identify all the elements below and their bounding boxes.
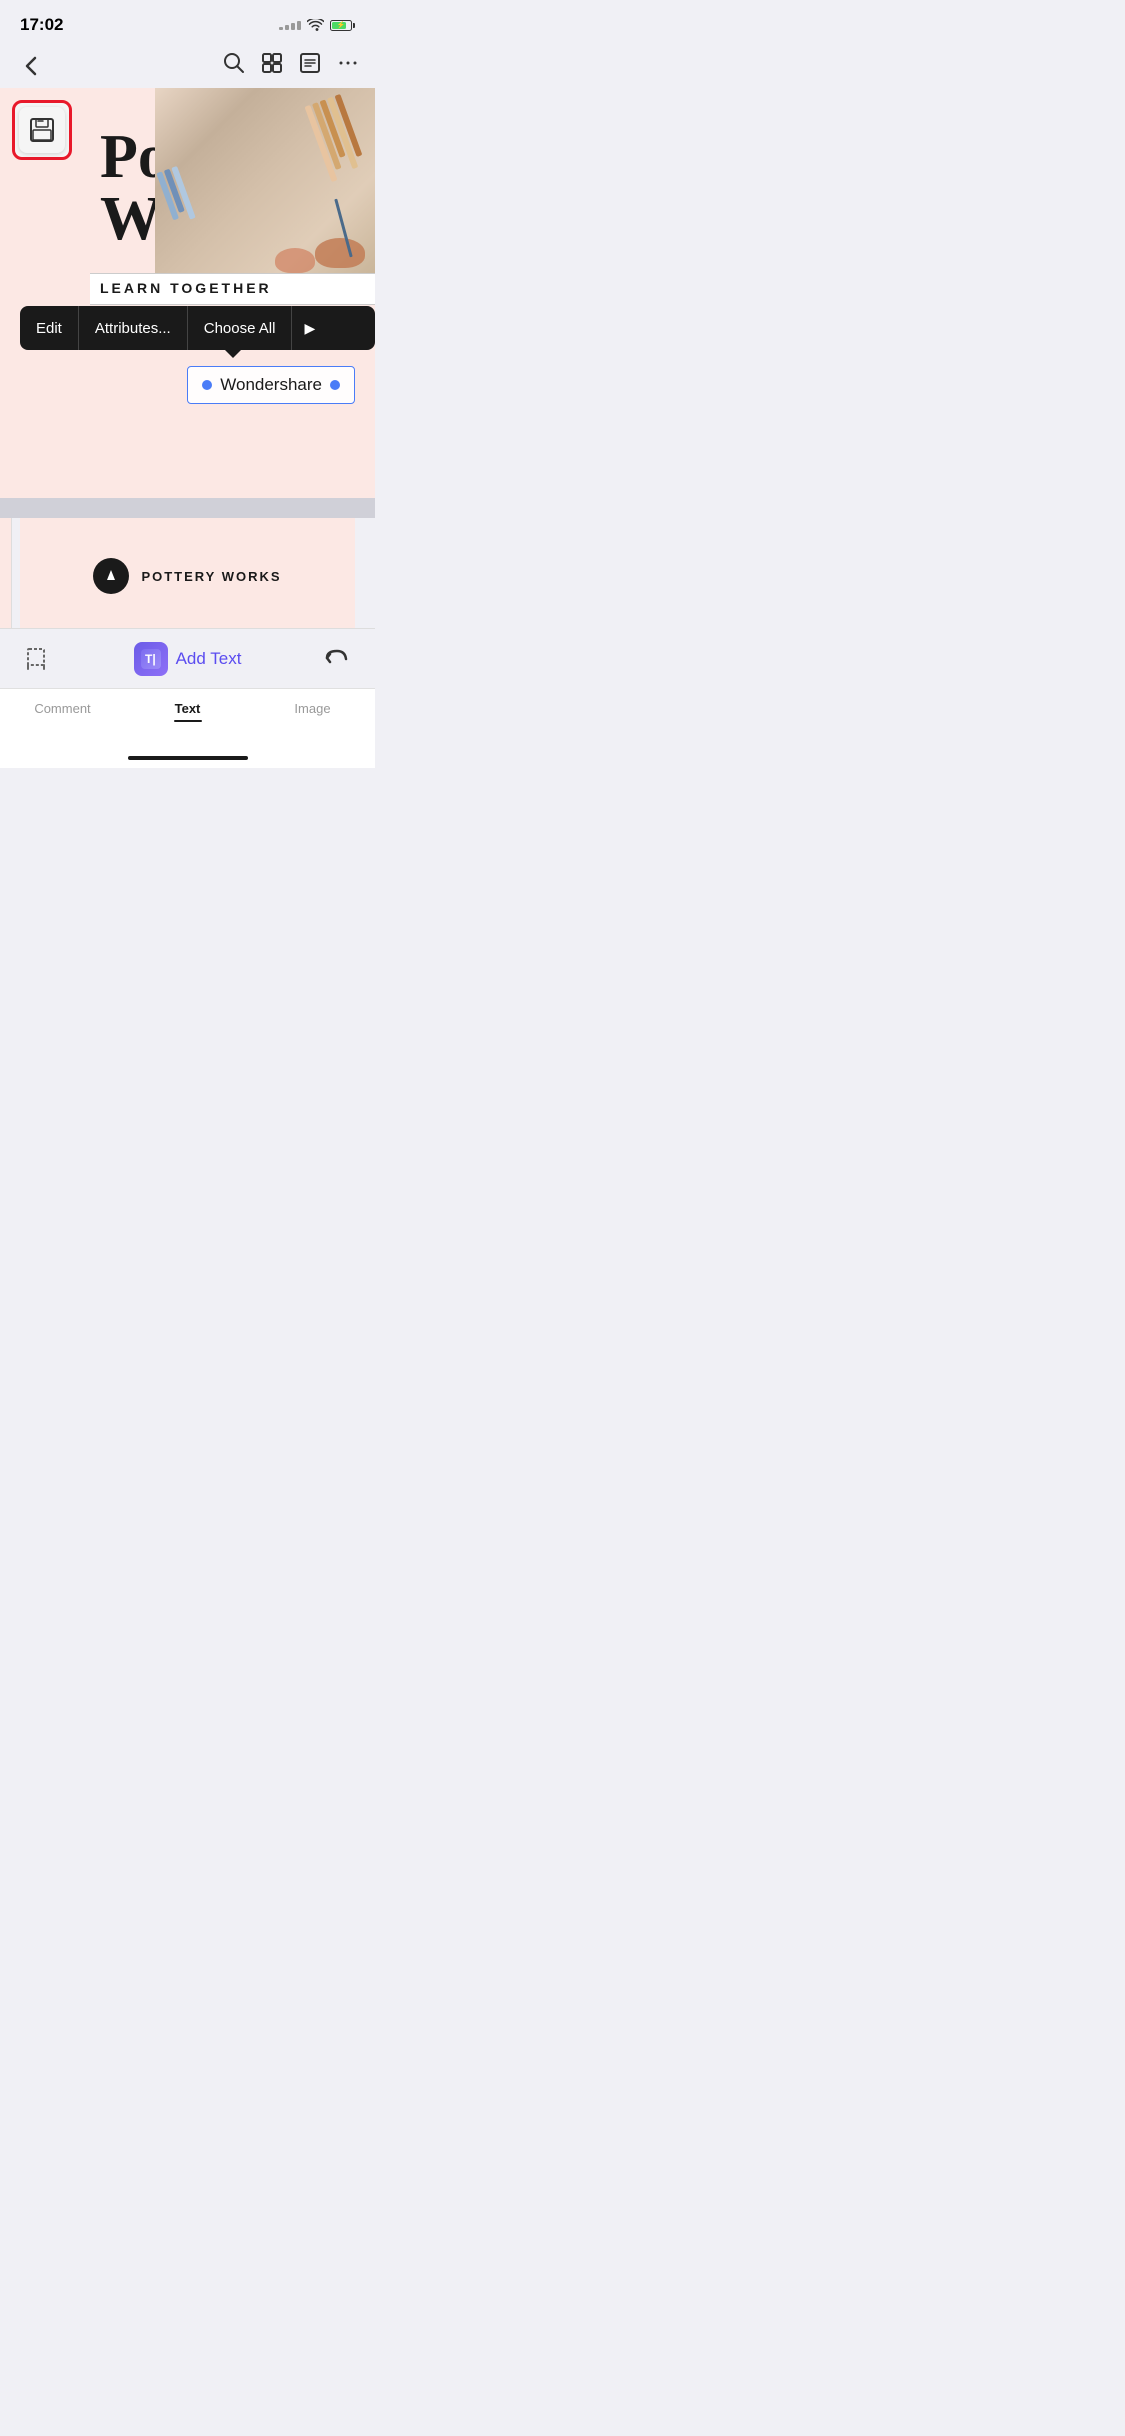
tab-text-underline	[174, 720, 202, 722]
back-button[interactable]	[16, 51, 46, 81]
context-menu-arrow[interactable]: ▶	[292, 306, 327, 350]
undo-icon	[324, 646, 350, 672]
main-area: Pottery Workshop	[0, 88, 375, 768]
nav-left	[16, 51, 46, 81]
context-menu-choose-all[interactable]: Choose All	[188, 306, 293, 350]
more-options-button[interactable]	[337, 52, 359, 80]
logo-icon	[101, 566, 121, 586]
battery-icon: ⚡	[330, 20, 355, 31]
tab-bar: Comment Text Image	[0, 688, 375, 768]
wifi-icon	[307, 19, 324, 31]
image-collage	[155, 88, 375, 278]
save-button-wrapper	[12, 100, 72, 160]
list-view-button[interactable]	[299, 52, 321, 80]
selection-handle-left	[202, 380, 212, 390]
stripe-decoration-1	[304, 94, 367, 182]
add-text-label: Add Text	[176, 649, 242, 669]
signal-icon	[279, 21, 301, 30]
status-icons: ⚡	[279, 19, 355, 31]
collage-background	[155, 88, 375, 278]
pottery-works-title: POTTERY WORKS	[141, 569, 281, 584]
canvas-area: Pottery Workshop	[0, 88, 375, 498]
bottom-toolbar: T| Add Text	[0, 628, 375, 688]
selection-handle-right	[330, 380, 340, 390]
context-menu-edit[interactable]: Edit	[20, 306, 79, 350]
tab-image-label: Image	[294, 701, 330, 716]
crop-button[interactable]	[20, 641, 56, 677]
search-button[interactable]	[223, 52, 245, 80]
svg-text:T|: T|	[145, 652, 156, 666]
status-time: 17:02	[20, 15, 63, 35]
save-icon	[28, 116, 56, 144]
save-button[interactable]	[19, 107, 65, 153]
grid-view-button[interactable]	[261, 52, 283, 80]
tab-comment-label: Comment	[34, 701, 90, 716]
bowl-shape-2	[275, 248, 315, 273]
text-icon-svg: T|	[140, 648, 162, 670]
pottery-works-logo	[93, 558, 129, 594]
nav-bar	[0, 44, 375, 88]
pottery-works-header: POTTERY WORKS	[20, 518, 355, 594]
tab-text-label: Text	[175, 701, 201, 716]
bowl-shape-1	[315, 238, 365, 268]
stripe-decoration-2	[156, 166, 195, 225]
context-menu-attributes[interactable]: Attributes...	[79, 306, 188, 350]
home-indicator	[128, 756, 248, 760]
tab-comment[interactable]: Comment	[0, 701, 125, 716]
crop-icon	[24, 645, 52, 673]
context-menu: Edit Attributes... Choose All ▶	[20, 306, 375, 350]
selected-text-label: Wondershare	[220, 375, 322, 395]
learn-together-bar: LEARN TOGETHER	[90, 273, 375, 305]
add-text-icon: T|	[134, 642, 168, 676]
tab-image[interactable]: Image	[250, 701, 375, 716]
learn-together-text: LEARN TOGETHER	[100, 280, 272, 296]
tab-text[interactable]: Text	[125, 701, 250, 722]
status-bar: 17:02 ⚡	[0, 0, 375, 44]
nav-right	[223, 52, 359, 80]
undo-button[interactable]	[319, 641, 355, 677]
add-text-button[interactable]: T| Add Text	[134, 642, 242, 676]
selected-text-box[interactable]: Wondershare	[187, 366, 355, 404]
page-separator	[0, 498, 375, 518]
